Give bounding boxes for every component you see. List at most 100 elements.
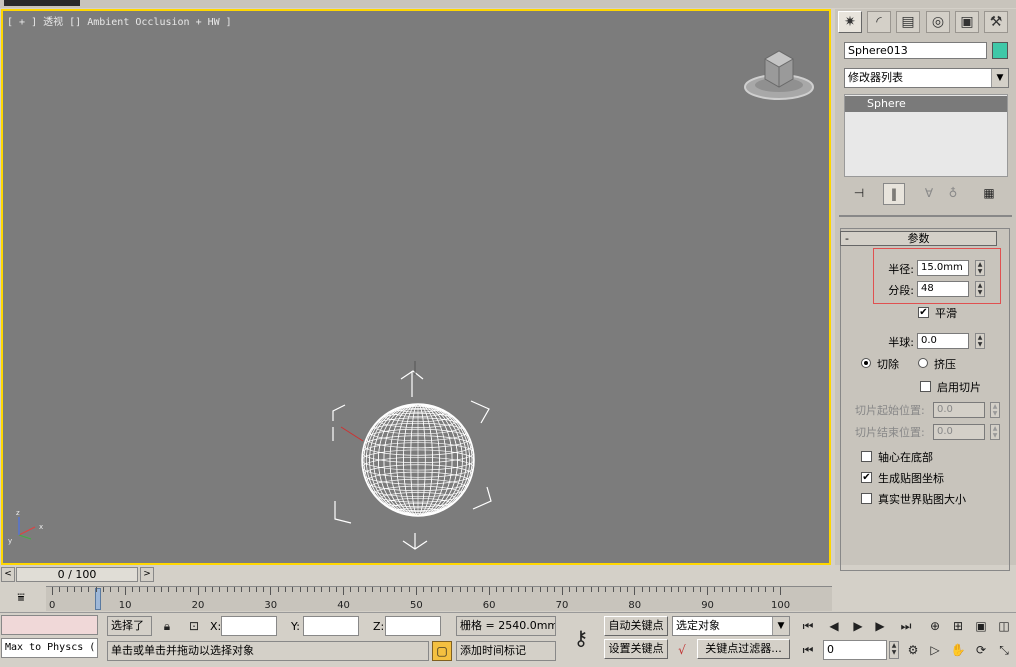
slice-to-spinner[interactable]: ▲ ▼ <box>990 424 1000 440</box>
chevron-down-icon[interactable]: ▼ <box>991 69 1008 87</box>
create-icon[interactable]: ✷ <box>838 11 862 33</box>
modify-icon[interactable]: ◜ <box>867 11 891 33</box>
radius-spinner[interactable]: ▲ ▼ <box>975 260 985 276</box>
current-frame-field[interactable]: 0 <box>823 640 887 660</box>
ruler-tick <box>335 587 337 592</box>
z-label: Z: <box>373 620 385 633</box>
real-world-checkbox[interactable] <box>861 493 872 504</box>
play-icon[interactable]: ▶ <box>848 616 868 636</box>
x-coordinate-field[interactable] <box>221 616 277 636</box>
slice-on-checkbox[interactable] <box>920 381 931 392</box>
orbit-icon[interactable]: ⟳ <box>971 640 991 660</box>
ruler-tick <box>488 587 490 595</box>
ruler-tick <box>386 587 388 592</box>
previous-frame-icon[interactable]: ◀ <box>824 616 844 636</box>
ruler-tick <box>576 587 578 592</box>
next-frame-button[interactable]: > <box>140 567 154 582</box>
real-world-label: 真实世界贴图大小 <box>878 493 966 506</box>
time-slider-thumb[interactable]: 0 / 100 <box>16 567 138 582</box>
squash-radio[interactable] <box>918 358 928 368</box>
prev-frame-button[interactable]: < <box>1 567 15 582</box>
key-mode-icon[interactable]: √ <box>672 640 692 660</box>
smooth-checkbox[interactable]: ✔ <box>918 307 929 318</box>
show-end-result-icon[interactable]: ‖ <box>883 183 905 205</box>
add-time-tag[interactable]: 添加时间标记 <box>456 641 556 661</box>
slice-to-field[interactable]: 0.0 <box>933 424 985 440</box>
auto-key-button[interactable]: 自动关键点 <box>604 616 668 636</box>
current-frame-spinner[interactable]: ▲ ▼ <box>889 641 899 659</box>
ruler-tick <box>641 587 643 592</box>
gen-mapping-checkbox[interactable]: ✔ <box>861 472 872 483</box>
key-filters-button[interactable]: 关键点过滤器... <box>697 639 790 659</box>
slice-from-label: 切片起始位置: <box>855 404 925 417</box>
chevron-down-icon[interactable]: ▼ <box>772 617 789 635</box>
ruler-tick <box>568 587 570 592</box>
hemisphere-spinner[interactable]: ▲ ▼ <box>975 333 985 349</box>
y-coordinate-field[interactable] <box>303 616 359 636</box>
set-key-button[interactable]: 设置关键点 <box>604 639 668 659</box>
pan-icon[interactable]: ✋ <box>948 640 968 660</box>
object-color-swatch[interactable] <box>992 42 1008 59</box>
ruler-tick <box>263 587 265 592</box>
radius-field[interactable]: 15.0mm <box>917 260 969 276</box>
pin-stack-icon[interactable]: ⊣ <box>849 183 869 203</box>
key-mode-toggle-icon[interactable]: ⏮ <box>798 640 818 660</box>
maxscript-mini-listener[interactable]: Max to Physcs ( <box>1 638 98 658</box>
ruler-tick <box>496 587 498 592</box>
ruler-tick <box>110 587 112 592</box>
ruler-tick <box>532 587 534 592</box>
key-set-dropdown[interactable]: 选定对象 ▼ <box>672 616 790 636</box>
segments-field[interactable]: 48 <box>917 281 969 297</box>
slice-from-field[interactable]: 0.0 <box>933 402 985 418</box>
chop-radio[interactable] <box>861 358 871 368</box>
ruler-tick <box>539 587 541 592</box>
time-slider[interactable]: < 0 / 100 > <box>0 567 832 584</box>
rollout-toggle[interactable]: - <box>845 232 849 245</box>
remove-modifier-icon[interactable]: ♁ <box>943 183 963 203</box>
motion-icon[interactable]: ◎ <box>926 11 950 33</box>
viewport-label[interactable]: [ + ] 透视 [] Ambient Occlusion + HW ] <box>7 13 232 28</box>
next-frame-icon[interactable]: ▶ <box>870 616 890 636</box>
ruler-label: 70 <box>555 600 569 611</box>
object-name-field[interactable]: Sphere013 <box>844 42 987 59</box>
zoom-all-icon[interactable]: ⊞ <box>948 616 968 636</box>
ruler-tick <box>423 587 425 592</box>
hierarchy-icon[interactable]: ▤ <box>896 11 920 33</box>
sphere-wireframe[interactable] <box>323 361 503 561</box>
rollout-header[interactable]: - 参数 <box>840 231 997 246</box>
modifier-list-label: 修改器列表 <box>848 71 903 84</box>
maximize-viewport-icon[interactable]: ⤡ <box>994 640 1014 660</box>
viewcube-icon[interactable] <box>743 45 815 103</box>
absolute-mode-icon[interactable]: ⊡ <box>184 616 204 636</box>
utilities-icon[interactable]: ⚒ <box>984 11 1008 33</box>
configure-sets-icon[interactable]: ▦ <box>979 183 999 203</box>
zoom-extents-icon[interactable]: ▣ <box>971 616 991 636</box>
zoom-icon[interactable]: ⊕ <box>925 616 945 636</box>
display-icon[interactable]: ▣ <box>955 11 979 33</box>
time-config-icon[interactable]: ⚙ <box>903 640 923 660</box>
segments-spinner[interactable]: ▲ ▼ <box>975 281 985 297</box>
document-tab[interactable] <box>4 0 80 6</box>
slice-from-spinner[interactable]: ▲ ▼ <box>990 402 1000 418</box>
ruler-tick <box>736 587 738 592</box>
curve-editor-icon[interactable]: ⩸ <box>11 588 31 606</box>
go-to-end-icon[interactable]: ⏭ <box>896 616 916 636</box>
svg-text:z: z <box>16 509 20 517</box>
hemisphere-field[interactable]: 0.0 <box>917 333 969 349</box>
zoom-extents-all-icon[interactable]: ◫ <box>994 616 1014 636</box>
make-unique-icon[interactable]: ∀ <box>919 183 939 203</box>
perspective-viewport[interactable]: [ + ] 透视 [] Ambient Occlusion + HW ] z x… <box>1 9 831 565</box>
go-to-start-icon[interactable]: ⏮ <box>798 616 818 636</box>
base-to-pivot-checkbox[interactable] <box>861 451 872 462</box>
track-bar-ruler[interactable]: 0 10 20 30 40 50 60 70 80 90 100 <box>46 586 832 611</box>
modifier-list-dropdown[interactable]: 修改器列表 ▼ <box>844 68 1009 88</box>
z-coordinate-field[interactable] <box>385 616 441 636</box>
key-icon[interactable]: ⚷ <box>562 623 600 653</box>
field-of-view-icon[interactable]: ▷ <box>925 640 945 660</box>
stack-item-sphere[interactable]: Sphere <box>845 96 1007 112</box>
modifier-stack[interactable]: Sphere <box>844 94 1008 177</box>
isolate-selection-icon[interactable]: ▢ <box>432 641 452 661</box>
maxscript-listener[interactable] <box>1 615 98 635</box>
lock-icon[interactable]: 🔒︎ <box>157 616 177 636</box>
track-bar[interactable]: ⩸ 0 10 20 30 40 50 60 70 80 90 100 <box>0 586 832 612</box>
